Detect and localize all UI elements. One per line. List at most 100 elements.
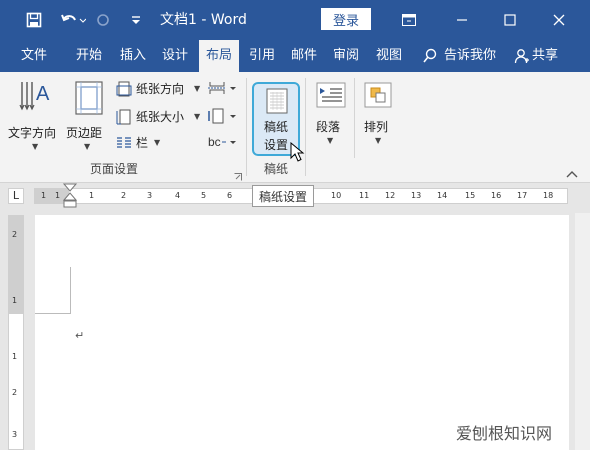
ruler-number: 13 [411, 191, 422, 200]
paragraph-button[interactable]: 段落 ▼ [310, 78, 352, 154]
title-bar: 文档1 - Word 登录 [0, 0, 590, 40]
tab-file[interactable]: 文件 [14, 40, 54, 72]
document-page[interactable]: ↵ [35, 215, 569, 450]
orientation-dropdown-icon: ▼ [194, 84, 201, 93]
ruler-number: 2 [12, 388, 18, 397]
margins-label: 页边距 [66, 126, 103, 140]
customize-quick-access-icon[interactable] [127, 8, 145, 32]
tab-mailings[interactable]: 邮件 [287, 40, 321, 72]
minimize-icon[interactable] [446, 6, 478, 34]
breaks-button[interactable] [208, 80, 238, 98]
text-direction-label: 文字方向 [8, 126, 57, 140]
manuscript-setup-label-line2: 设置 [264, 138, 289, 152]
tab-home[interactable]: 开始 [72, 40, 106, 72]
share-label[interactable]: 共享 [532, 40, 562, 72]
text-direction-icon: A [19, 82, 50, 111]
close-icon[interactable] [543, 6, 575, 34]
share-person-icon[interactable] [512, 40, 532, 72]
watermark: 爱刨根知识网 [456, 424, 553, 443]
tooltip: 稿纸设置 [252, 185, 315, 207]
columns-label: 栏 [136, 136, 149, 150]
ribbon: A 文字方向 ▼ 页边距 ▼ 纸张方向 ▼ 纸张大小 ▼ 栏 ▼ bc 页面设置… [0, 72, 590, 183]
tab-insert[interactable]: 插入 [116, 40, 150, 72]
page-margin-corner [35, 267, 71, 314]
ribbon-separator [305, 78, 306, 176]
indent-marker-icon[interactable] [63, 183, 77, 211]
tab-references[interactable]: 引用 [245, 40, 279, 72]
tab-selector[interactable]: L [8, 188, 24, 204]
size-icon [116, 109, 131, 125]
ruler-number: 2 [121, 191, 127, 200]
ribbon-display-options-icon[interactable] [393, 6, 425, 34]
tell-me-label[interactable]: 告诉我你 [444, 40, 502, 72]
ruler-number: 5 [201, 191, 207, 200]
arrange-icon [364, 82, 392, 108]
orientation-button[interactable]: 纸张方向 ▼ [116, 80, 202, 98]
manuscript-paper-icon [266, 88, 288, 114]
ruler-number: 1 [12, 296, 18, 305]
columns-button[interactable]: 栏 ▼ [116, 134, 166, 152]
arrange-label: 排列 [364, 120, 389, 134]
arrange-button[interactable]: 排列 ▼ [358, 78, 398, 154]
svg-text:bc: bc [208, 135, 221, 149]
tab-review[interactable]: 审阅 [329, 40, 363, 72]
ruler-number: 12 [385, 191, 396, 200]
page-setup-group-label: 页面设置 [90, 162, 139, 176]
margins-dropdown-icon: ▼ [84, 142, 91, 151]
text-direction-button[interactable]: A 文字方向 ▼ [6, 76, 64, 154]
ruler-number: 6 [227, 191, 233, 200]
paragraph-mark: ↵ [75, 329, 85, 342]
ruler-number: 16 [491, 191, 502, 200]
columns-icon [117, 137, 131, 148]
ruler-number: 11 [359, 191, 370, 200]
search-icon[interactable] [420, 40, 440, 72]
hyphenation-button[interactable]: bc [208, 134, 238, 152]
redo-icon [94, 8, 112, 32]
tab-design[interactable]: 设计 [158, 40, 192, 72]
vertical-scrollbar[interactable] [575, 213, 590, 450]
maximize-icon[interactable] [494, 6, 526, 34]
ruler-number: 1 [55, 191, 61, 200]
margins-button[interactable]: 页边距 ▼ [66, 76, 112, 154]
line-numbers-icon [208, 108, 236, 124]
collapse-ribbon-icon[interactable] [566, 164, 580, 178]
undo-icon[interactable] [58, 8, 88, 32]
ribbon-separator [354, 78, 355, 158]
ruler-number: 2 [12, 230, 18, 239]
ruler-number: 10 [331, 191, 342, 200]
size-dropdown-icon: ▼ [194, 112, 201, 121]
paragraph-dropdown-icon: ▼ [327, 136, 334, 145]
manuscript-group-label: 稿纸 [264, 162, 289, 176]
ribbon-tabs: 文件 开始 插入 设计 布局 引用 邮件 审阅 视图 告诉我你 共享 [0, 40, 590, 72]
login-button[interactable]: 登录 [321, 8, 371, 30]
tab-layout[interactable]: 布局 [199, 40, 239, 72]
ruler-number: 1 [41, 191, 47, 200]
svg-text:A: A [36, 83, 50, 105]
page-setup-launcher-icon[interactable] [234, 166, 244, 181]
vertical-ruler[interactable]: 2 1 1 2 3 [8, 215, 24, 450]
mouse-cursor-icon [290, 142, 305, 162]
ruler-number: 17 [517, 191, 528, 200]
orientation-icon [116, 81, 132, 97]
size-button[interactable]: 纸张大小 ▼ [116, 108, 202, 126]
ruler-number: 15 [465, 191, 476, 200]
line-numbers-button[interactable] [208, 108, 238, 126]
ruler-number: 1 [12, 352, 18, 361]
columns-dropdown-icon: ▼ [154, 138, 161, 147]
tab-view[interactable]: 视图 [372, 40, 406, 72]
text-direction-dropdown-icon: ▼ [32, 142, 39, 151]
paragraph-label: 段落 [316, 120, 341, 134]
ruler-number: 18 [543, 191, 554, 200]
orientation-label: 纸张方向 [136, 82, 185, 96]
ruler-number: 3 [12, 430, 18, 439]
ribbon-separator [246, 78, 247, 176]
arrange-dropdown-icon: ▼ [375, 136, 382, 145]
margins-icon [75, 81, 103, 115]
save-icon[interactable] [22, 8, 46, 32]
window-title: 文档1 - Word [160, 12, 247, 28]
ruler-number: 3 [147, 191, 153, 200]
ruler-number: 4 [175, 191, 181, 200]
paragraph-icon [316, 82, 346, 108]
manuscript-setup-label-line1: 稿纸 [264, 120, 289, 134]
size-label: 纸张大小 [136, 110, 185, 124]
